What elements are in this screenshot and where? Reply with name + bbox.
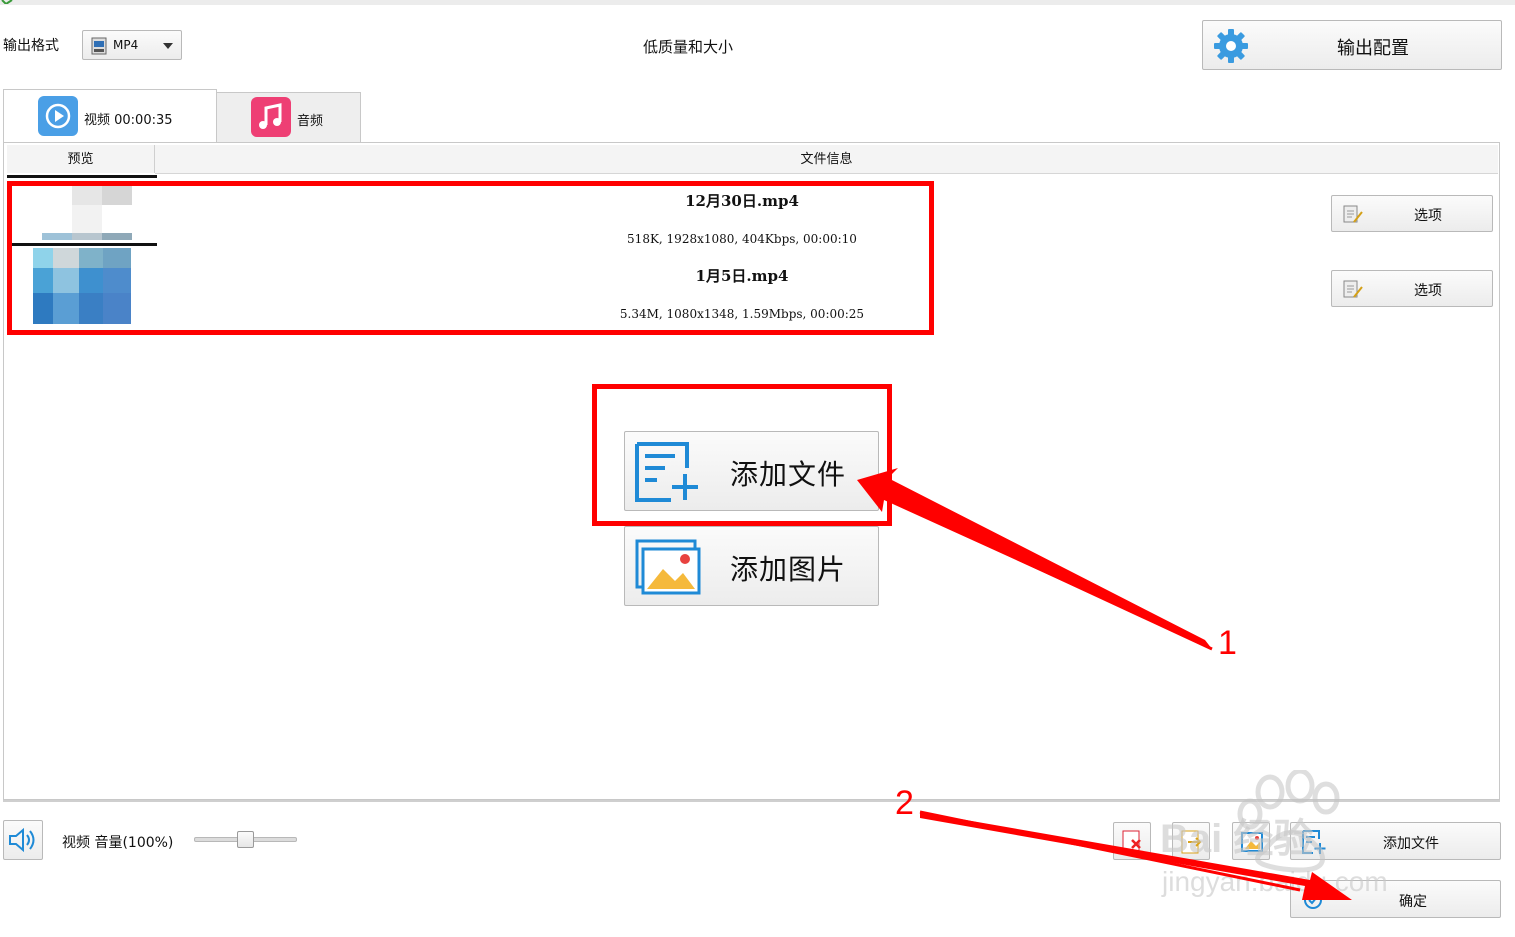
tab-video[interactable]: 视频 00:00:35 — [3, 89, 217, 142]
highlight-box-file-list — [7, 181, 934, 335]
bottom-divider — [3, 800, 1500, 802]
output-format-select[interactable]: MP4 — [82, 30, 182, 60]
tab-audio[interactable]: 音频 — [216, 92, 361, 142]
gear-icon — [1214, 29, 1248, 63]
file-options-button[interactable]: 选项 — [1331, 195, 1493, 232]
chevron-down-icon — [163, 43, 173, 49]
add-image-label: 添加图片 — [730, 553, 847, 586]
watermark-url: jingyan.baidu.com — [1162, 866, 1388, 897]
ok-label: 确定 — [1399, 894, 1427, 910]
volume-button[interactable] — [3, 820, 43, 860]
quality-text: 低质量和大小 — [643, 38, 734, 56]
file-options-label: 选项 — [1414, 283, 1442, 299]
music-note-icon — [251, 97, 291, 137]
edit-file-icon — [1343, 280, 1363, 298]
annotation-step-1: 1 — [1218, 624, 1237, 662]
film-file-icon — [91, 37, 107, 55]
image-icon — [635, 539, 701, 595]
output-format-value: MP4 — [113, 38, 139, 52]
column-header-preview: 预览 — [7, 145, 155, 173]
output-config-label: 输出配置 — [1337, 38, 1409, 59]
file-options-button[interactable]: 选项 — [1331, 270, 1493, 307]
window-top-strip — [0, 0, 1515, 5]
column-header-file-info: 文件信息 — [155, 145, 1498, 173]
add-file-bottom-button[interactable]: 添加文件 — [1290, 822, 1501, 860]
watermark-text: Bai 经验 — [1160, 817, 1314, 861]
corner-check-icon — [1, 0, 13, 4]
annotation-step-2: 2 — [895, 784, 914, 822]
volume-label: 视频 音量(100%) — [62, 835, 174, 851]
volume-slider-handle[interactable] — [237, 831, 254, 848]
tab-audio-label: 音频 — [297, 114, 324, 129]
speaker-icon — [9, 827, 35, 853]
file-options-label: 选项 — [1414, 208, 1442, 224]
edit-file-icon — [1343, 205, 1363, 223]
play-icon — [38, 96, 78, 136]
highlight-box-add-file — [592, 384, 892, 526]
preview-column-divider — [7, 175, 157, 178]
add-file-bottom-label: 添加文件 — [1383, 836, 1439, 852]
delete-file-icon — [1122, 830, 1141, 854]
output-config-button[interactable]: 输出配置 — [1202, 20, 1502, 70]
remove-file-button[interactable] — [1113, 822, 1151, 860]
output-format-label: 输出格式 — [3, 38, 59, 54]
tab-video-label: 视频 00:00:35 — [84, 113, 173, 128]
add-image-button[interactable]: 添加图片 — [624, 526, 879, 606]
header-divider — [155, 173, 1498, 174]
